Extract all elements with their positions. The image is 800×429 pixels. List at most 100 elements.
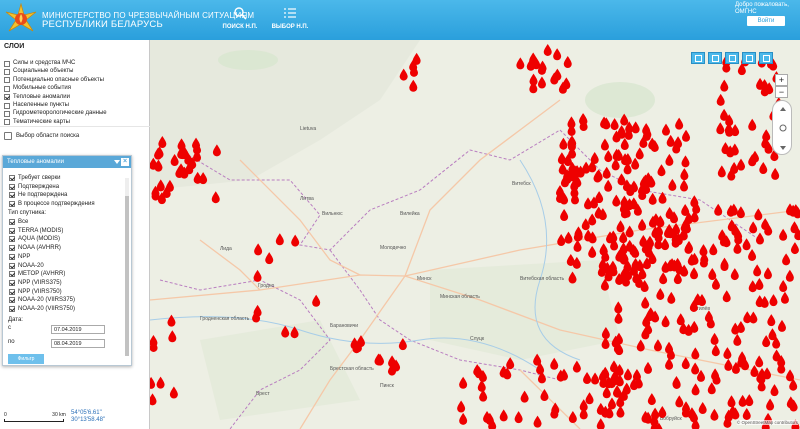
satellite-item[interactable]: AQUA (MODIS) xyxy=(9,235,60,243)
satellite-item-label: Все xyxy=(18,219,29,225)
layers-tool-button[interactable] xyxy=(691,52,705,64)
layers-title: СЛОИ xyxy=(4,43,25,50)
status-item[interactable]: Не подтверждена xyxy=(9,191,67,199)
satellite-item-label: NOAA-20 (VIIRS750) xyxy=(18,306,76,312)
satellite-item-checkbox[interactable] xyxy=(9,279,15,286)
status-item-label: Требует сверки xyxy=(18,175,61,181)
scale-bar: 0 30 km xyxy=(4,412,66,422)
latitude: 54°05'6.61" xyxy=(71,410,102,416)
satellite-item-label: NOAA (AVHRR) xyxy=(18,245,61,252)
satellite-item[interactable]: TERRA (MODIS) xyxy=(9,227,63,235)
satellite-type-title: Тип спутника: xyxy=(8,210,47,216)
fullscreen-tool-button[interactable] xyxy=(759,52,773,64)
status-item-label: Подтверждена xyxy=(18,183,60,190)
status-item[interactable]: Подтверждена xyxy=(9,183,59,191)
satellite-item-checkbox[interactable] xyxy=(9,219,15,225)
status-item-checkbox[interactable] xyxy=(9,175,15,181)
print-tool-button[interactable] xyxy=(725,52,739,64)
satellite-item-checkbox[interactable] xyxy=(9,306,15,312)
layer-item-checkbox[interactable] xyxy=(4,110,10,117)
satellite-item[interactable]: NOAA (AVHRR) xyxy=(9,244,61,252)
layer-item-checkbox[interactable] xyxy=(4,102,10,109)
place-label: Минск xyxy=(417,276,432,282)
layer-item-checkbox[interactable] xyxy=(4,68,10,75)
place-label: Витебская область xyxy=(520,276,564,282)
layer-item-checkbox[interactable] xyxy=(4,94,10,101)
satellite-item[interactable]: NOAA-20 xyxy=(9,262,44,270)
home-tool-button[interactable] xyxy=(742,52,756,64)
place-label: Молодечно xyxy=(380,245,406,251)
satellite-item-checkbox[interactable] xyxy=(9,262,15,269)
zoom-out-button[interactable]: − xyxy=(775,86,788,98)
satellite-item-label: TERRA (MODIS) xyxy=(18,227,64,234)
layer-item-checkbox[interactable] xyxy=(4,85,10,92)
satellite-item[interactable]: NPP (VIIRS375) xyxy=(9,279,62,287)
satellite-item-checkbox[interactable] xyxy=(9,288,15,295)
welcome-line-2: ОМГНС xyxy=(735,9,757,15)
satellite-item[interactable]: Все xyxy=(9,218,28,226)
pan-arrows-icon xyxy=(779,107,787,150)
status-item[interactable]: В процессе подтверждения xyxy=(9,200,95,208)
status-item[interactable]: Требует сверки xyxy=(9,174,61,182)
satellite-item-checkbox[interactable] xyxy=(9,245,15,252)
legend-icon xyxy=(712,55,719,62)
list-icon xyxy=(284,8,296,18)
satellite-item[interactable]: NOAA-20 (VIIRS375) xyxy=(9,296,75,304)
satellite-item-checkbox[interactable] xyxy=(9,227,15,234)
thermal-panel-header: Тепловые аномалии × xyxy=(3,156,131,168)
date-to-input[interactable]: 08.04.2019 xyxy=(51,339,105,348)
search-area-toggle[interactable]: Выбор области поиска xyxy=(4,132,79,140)
satellite-item-checkbox[interactable] xyxy=(9,271,15,278)
scale-right: 30 km xyxy=(52,412,66,418)
status-item-checkbox[interactable] xyxy=(9,183,15,190)
select-place-button[interactable]: ВЫБОР Н.П. xyxy=(260,6,320,30)
place-label: Пинск xyxy=(380,383,395,389)
satellite-item[interactable]: NPP xyxy=(9,253,30,261)
place-label: Брестская область xyxy=(330,366,374,372)
layer-item-checkbox[interactable] xyxy=(4,119,10,126)
satellite-item-checkbox[interactable] xyxy=(9,236,15,243)
satellite-item-label: NOAA-20 xyxy=(18,262,44,269)
panel-scrollbar[interactable] xyxy=(125,178,129,356)
search-area-checkbox[interactable] xyxy=(4,132,12,140)
satellite-item[interactable]: NOAA-20 (VIIRS750) xyxy=(9,305,75,313)
status-item-checkbox[interactable] xyxy=(9,192,15,199)
place-label: Вилейка xyxy=(400,210,420,217)
scale-line xyxy=(4,419,64,422)
scrollbar-thumb[interactable] xyxy=(125,196,129,356)
status-item-checkbox[interactable] xyxy=(9,201,15,208)
place-label: Lietuva xyxy=(300,126,316,132)
print-icon xyxy=(729,55,736,62)
map-navigation-control[interactable] xyxy=(772,100,792,155)
login-button[interactable]: Войти xyxy=(747,16,785,26)
satellite-item-label: NPP xyxy=(18,253,31,260)
legend-tool-button[interactable] xyxy=(708,52,722,64)
satellite-item-label: AQUA (MODIS) xyxy=(18,236,61,243)
place-label: Гродно xyxy=(258,283,275,289)
select-place-label: ВЫБОР Н.П. xyxy=(271,24,309,30)
satellite-item[interactable]: NPP (VIIRS750) xyxy=(9,288,62,296)
emergency-logo-icon xyxy=(5,3,37,32)
place-label: Лида xyxy=(220,246,232,252)
satellite-item-label: NPP (VIIRS375) xyxy=(18,279,62,286)
status-item-label: В процессе подтверждения xyxy=(18,201,95,208)
satellite-item-checkbox[interactable] xyxy=(9,297,15,304)
filter-button[interactable]: Фильтр xyxy=(8,354,44,364)
close-icon[interactable]: × xyxy=(121,158,129,166)
satellite-item[interactable]: METOP (AVHRR) xyxy=(9,270,65,278)
layer-item-checkbox[interactable] xyxy=(4,77,10,84)
date-from-input[interactable]: 07.04.2019 xyxy=(51,325,105,334)
place-label: Слуцк xyxy=(470,336,485,342)
divider xyxy=(0,126,150,127)
status-item-label: Не подтверждена xyxy=(18,192,68,199)
date-from-label: с xyxy=(8,325,11,331)
satellite-item-checkbox[interactable] xyxy=(9,253,15,260)
layers-icon xyxy=(695,55,702,62)
place-label: Минская область xyxy=(440,294,480,300)
thermal-panel-title: Тепловые аномалии xyxy=(7,159,64,165)
date-title: Дата: xyxy=(8,317,23,323)
layer-item-checkbox[interactable] xyxy=(4,60,10,67)
collapse-icon[interactable] xyxy=(114,160,120,164)
search-area-label: Выбор области поиска xyxy=(16,133,80,139)
zoom-in-button[interactable]: + xyxy=(775,74,788,86)
